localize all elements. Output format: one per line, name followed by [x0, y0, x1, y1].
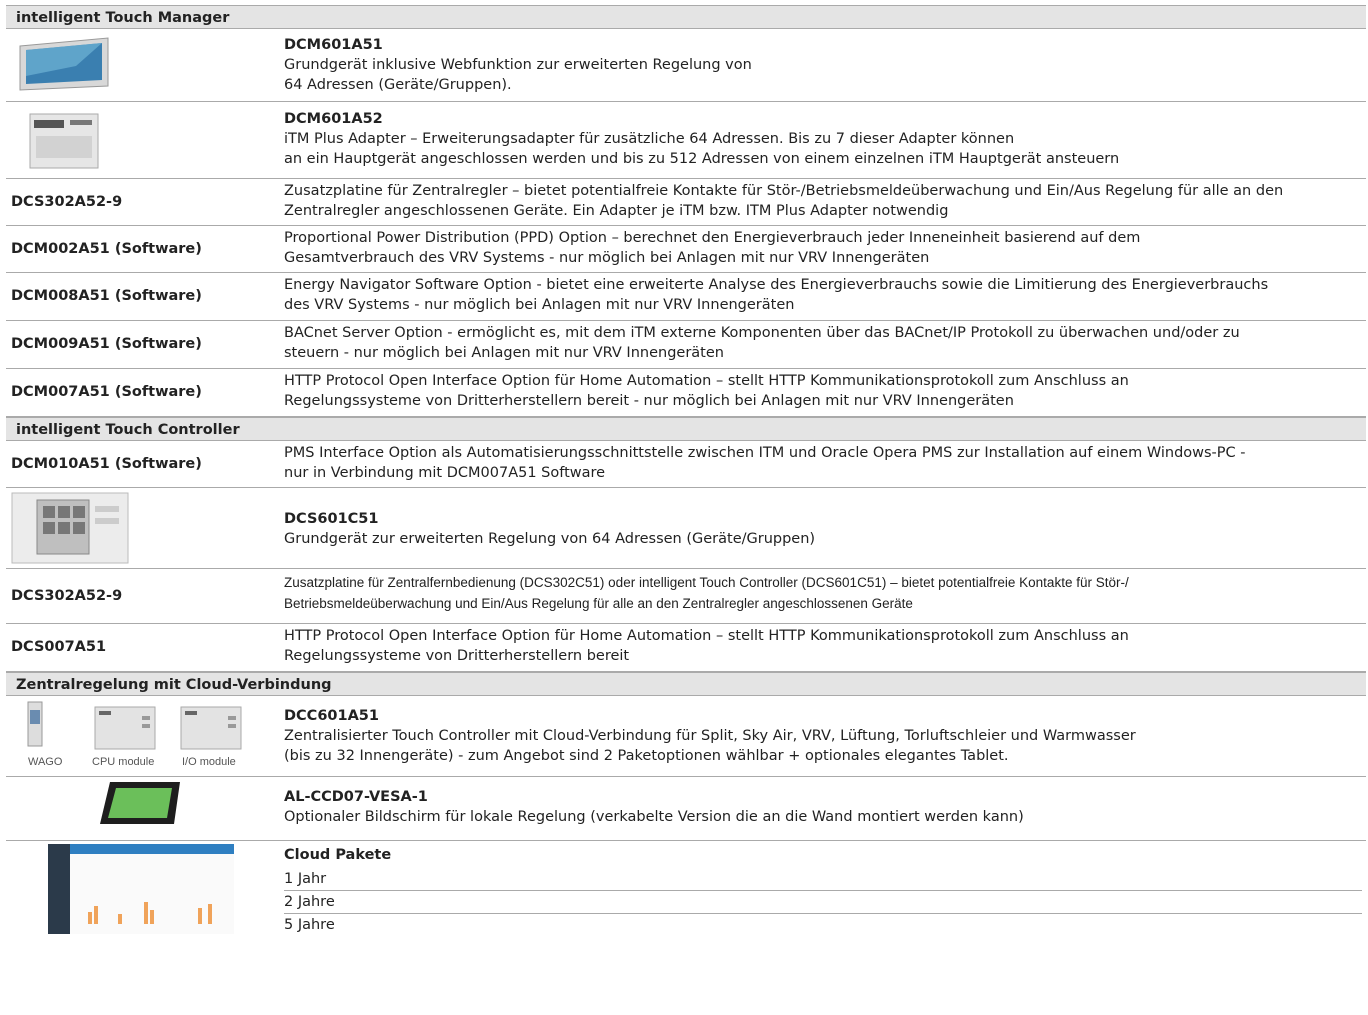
- table-row: DCS302A52-9 Zusatzplatine für Zentralfer…: [6, 569, 1366, 624]
- product-code: DCS601C51: [284, 511, 379, 527]
- product-code: DCM007A51 (Software): [11, 384, 202, 400]
- cloud-packages-title: Cloud Pakete: [284, 847, 392, 863]
- description-line: HTTP Protocol Open Interface Option für …: [284, 628, 1129, 644]
- package-option: 1 Jahr: [284, 868, 1362, 891]
- table-row: DCS007A51 HTTP Protocol Open Interface O…: [6, 624, 1366, 672]
- image-caption: WAGO: [28, 756, 63, 768]
- touch-controller-image: [11, 492, 129, 568]
- description-line: Energy Navigator Software Option - biete…: [284, 277, 1269, 293]
- row-description: DCM601A52 iTM Plus Adapter – Erweiterung…: [284, 109, 1362, 169]
- image-caption: CPU module: [92, 756, 155, 768]
- description-line: Regelungssysteme von Dritterherstellern …: [284, 648, 630, 664]
- section-header: Zentralregelung mit Cloud-Verbindung: [6, 672, 1366, 696]
- description-line: Grundgerät inklusive Webfunktion zur erw…: [284, 57, 752, 73]
- row-description: Energy Navigator Software Option - biete…: [284, 275, 1362, 315]
- product-code: DCS007A51: [11, 639, 107, 655]
- product-code: DCM009A51 (Software): [11, 336, 202, 352]
- description-line: Gesamtverbrauch des VRV Systems - nur mö…: [284, 250, 930, 266]
- product-code: DCM010A51 (Software): [11, 456, 202, 472]
- description-line: des VRV Systems - nur möglich bei Anlage…: [284, 297, 795, 313]
- tablet-image: [98, 780, 182, 832]
- description-line: Optionaler Bildschirm für lokale Regelun…: [284, 809, 1024, 825]
- row-description: Cloud Pakete 1 Jahr 2 Jahre 5 Jahre: [284, 845, 1362, 937]
- description-line: BACnet Server Option - ermöglicht es, mi…: [284, 325, 1240, 341]
- row-description: PMS Interface Option als Automatisierung…: [284, 443, 1362, 483]
- description-line: Grundgerät zur erweiterten Regelung von …: [284, 531, 816, 547]
- row-description: Proportional Power Distribution (PPD) Op…: [284, 228, 1362, 268]
- description-line: iTM Plus Adapter – Erweiterungsadapter f…: [284, 131, 1015, 147]
- package-option: 5 Jahre: [284, 917, 335, 933]
- description-line: PMS Interface Option als Automatisierung…: [284, 445, 1246, 461]
- row-description: DCM601A51 Grundgerät inklusive Webfunkti…: [284, 35, 1362, 95]
- description-line: Zusatzplatine für Zentralfernbedienung (…: [284, 575, 1129, 590]
- table-row: DCM002A51 (Software) Proportional Power …: [6, 226, 1366, 273]
- table-row: DCM601A52 iTM Plus Adapter – Erweiterung…: [6, 102, 1366, 179]
- product-code: DCM008A51 (Software): [11, 288, 202, 304]
- table-row: DCS601C51 Grundgerät zur erweiterten Reg…: [6, 488, 1366, 569]
- product-code: DCS302A52-9: [11, 194, 123, 210]
- table-row: AL-CCD07-VESA-1 Optionaler Bildschirm fü…: [6, 777, 1366, 841]
- table-row: DCM007A51 (Software) HTTP Protocol Open …: [6, 369, 1366, 417]
- table-row: Cloud Pakete 1 Jahr 2 Jahre 5 Jahre: [6, 841, 1366, 934]
- row-description: HTTP Protocol Open Interface Option für …: [284, 371, 1362, 411]
- description-line: 64 Adressen (Geräte/Gruppen).: [284, 77, 512, 93]
- package-option: 2 Jahre: [284, 891, 1362, 914]
- section-header: intelligent Touch Manager: [6, 5, 1366, 29]
- image-caption: I/O module: [182, 756, 236, 768]
- row-description: DCS601C51 Grundgerät zur erweiterten Reg…: [284, 509, 1362, 549]
- table-row: DCM009A51 (Software) BACnet Server Optio…: [6, 321, 1366, 369]
- wago-image: [26, 700, 44, 752]
- row-description: HTTP Protocol Open Interface Option für …: [284, 626, 1362, 666]
- description-line: Zentralregler angeschlossenen Geräte. Ei…: [284, 203, 949, 219]
- table-row: WAGO CPU module I/O module DCC601A51 Zen…: [6, 696, 1366, 777]
- description-line: steuern - nur möglich bei Anlagen mit nu…: [284, 345, 724, 361]
- table-row: DCM008A51 (Software) Energy Navigator So…: [6, 273, 1366, 321]
- table-row: DCM010A51 (Software) PMS Interface Optio…: [6, 441, 1366, 488]
- description-line: Zentralisierter Touch Controller mit Clo…: [284, 728, 1136, 744]
- row-description: AL-CCD07-VESA-1 Optionaler Bildschirm fü…: [284, 787, 1362, 827]
- row-description: Zusatzplatine für Zentralregler – bietet…: [284, 181, 1362, 221]
- row-description: BACnet Server Option - ermöglicht es, mi…: [284, 323, 1362, 363]
- description-line: Betriebsmeldeüberwachung und Ein/Aus Reg…: [284, 596, 913, 611]
- description-line: Regelungssysteme von Dritterherstellern …: [284, 393, 1014, 409]
- product-code: DCS302A52-9: [11, 588, 123, 604]
- description-line: Proportional Power Distribution (PPD) Op…: [284, 230, 1141, 246]
- io-module-image: [180, 706, 242, 754]
- row-description: Zusatzplatine für Zentralfernbedienung (…: [284, 572, 1362, 614]
- product-code: DCM002A51 (Software): [11, 241, 202, 257]
- product-code: AL-CCD07-VESA-1: [284, 789, 428, 805]
- product-code: DCC601A51: [284, 708, 379, 724]
- product-table: intelligent Touch Manager DCM601A51 Grun…: [6, 5, 1366, 934]
- product-code: DCM601A52: [284, 111, 383, 127]
- description-line: an ein Hauptgerät angeschlossen werden u…: [284, 151, 1120, 167]
- description-line: (bis zu 32 Innengeräte) - zum Angebot si…: [284, 748, 1009, 764]
- touch-manager-image: [16, 36, 112, 96]
- adapter-image: [26, 108, 104, 176]
- cloud-dashboard-image: [48, 844, 234, 938]
- section-header: intelligent Touch Controller: [6, 417, 1366, 441]
- description-line: Zusatzplatine für Zentralregler – bietet…: [284, 183, 1284, 199]
- table-row: DCS302A52-9 Zusatzplatine für Zentralreg…: [6, 179, 1366, 226]
- row-description: DCC601A51 Zentralisierter Touch Controll…: [284, 706, 1362, 766]
- table-row: DCM601A51 Grundgerät inklusive Webfunkti…: [6, 29, 1366, 102]
- product-code: DCM601A51: [284, 37, 383, 53]
- description-line: nur in Verbindung mit DCM007A51 Software: [284, 465, 606, 481]
- description-line: HTTP Protocol Open Interface Option für …: [284, 373, 1129, 389]
- cpu-module-image: [94, 706, 156, 754]
